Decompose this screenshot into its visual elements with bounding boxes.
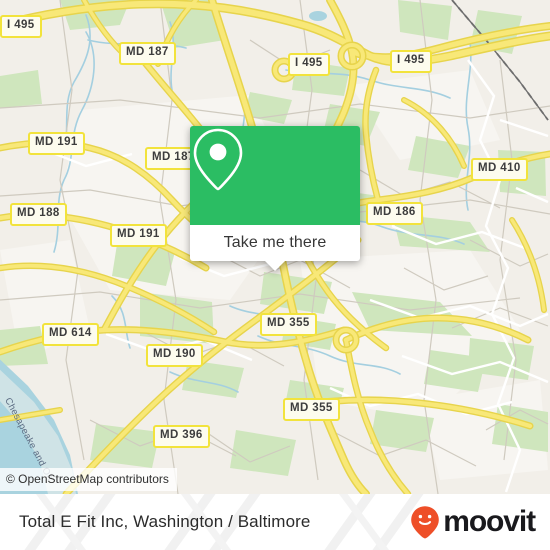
road-shield: MD 396 [153, 425, 210, 448]
road-shield: MD 410 [471, 158, 528, 181]
road-shield: MD 190 [146, 344, 203, 367]
moovit-place-card: I 495 MD 187 I 495 I 495 MD 191 MD 187 MD 410 M… [0, 0, 550, 550]
osm-attribution[interactable]: © OpenStreetMap contributors [0, 468, 177, 491]
road-shield: MD 186 [366, 202, 423, 225]
map-canvas[interactable]: I 495 MD 187 I 495 I 495 MD 191 MD 187 MD 410 M… [0, 0, 550, 494]
moovit-smiley-pin-icon [411, 506, 440, 539]
road-shield: MD 355 [283, 398, 340, 421]
popup-image-area [190, 126, 360, 225]
road-shield: I 495 [288, 53, 330, 76]
road-shield: I 495 [0, 15, 42, 38]
take-me-there-label: Take me there [223, 234, 327, 251]
road-shield: MD 191 [110, 224, 167, 247]
popup-pointer-tail [264, 260, 286, 271]
place-popup-card[interactable]: Take me there [190, 126, 360, 271]
popup-action-bar[interactable]: Take me there [190, 225, 360, 271]
road-shield: MD 614 [42, 323, 99, 346]
place-title: Total E Fit Inc, Washington / Baltimore [19, 512, 311, 531]
footer-bar: Total E Fit Inc, Washington / Baltimore … [0, 494, 550, 550]
road-shield: MD 191 [28, 132, 85, 155]
moovit-wordmark: moovit [443, 505, 536, 538]
road-shield: MD 188 [10, 203, 67, 226]
moovit-brand[interactable]: moovit [410, 505, 536, 539]
map-pin-icon [193, 128, 243, 191]
road-shield: MD 355 [260, 313, 317, 336]
road-shield: I 495 [390, 50, 432, 73]
road-shield: MD 187 [119, 42, 176, 65]
